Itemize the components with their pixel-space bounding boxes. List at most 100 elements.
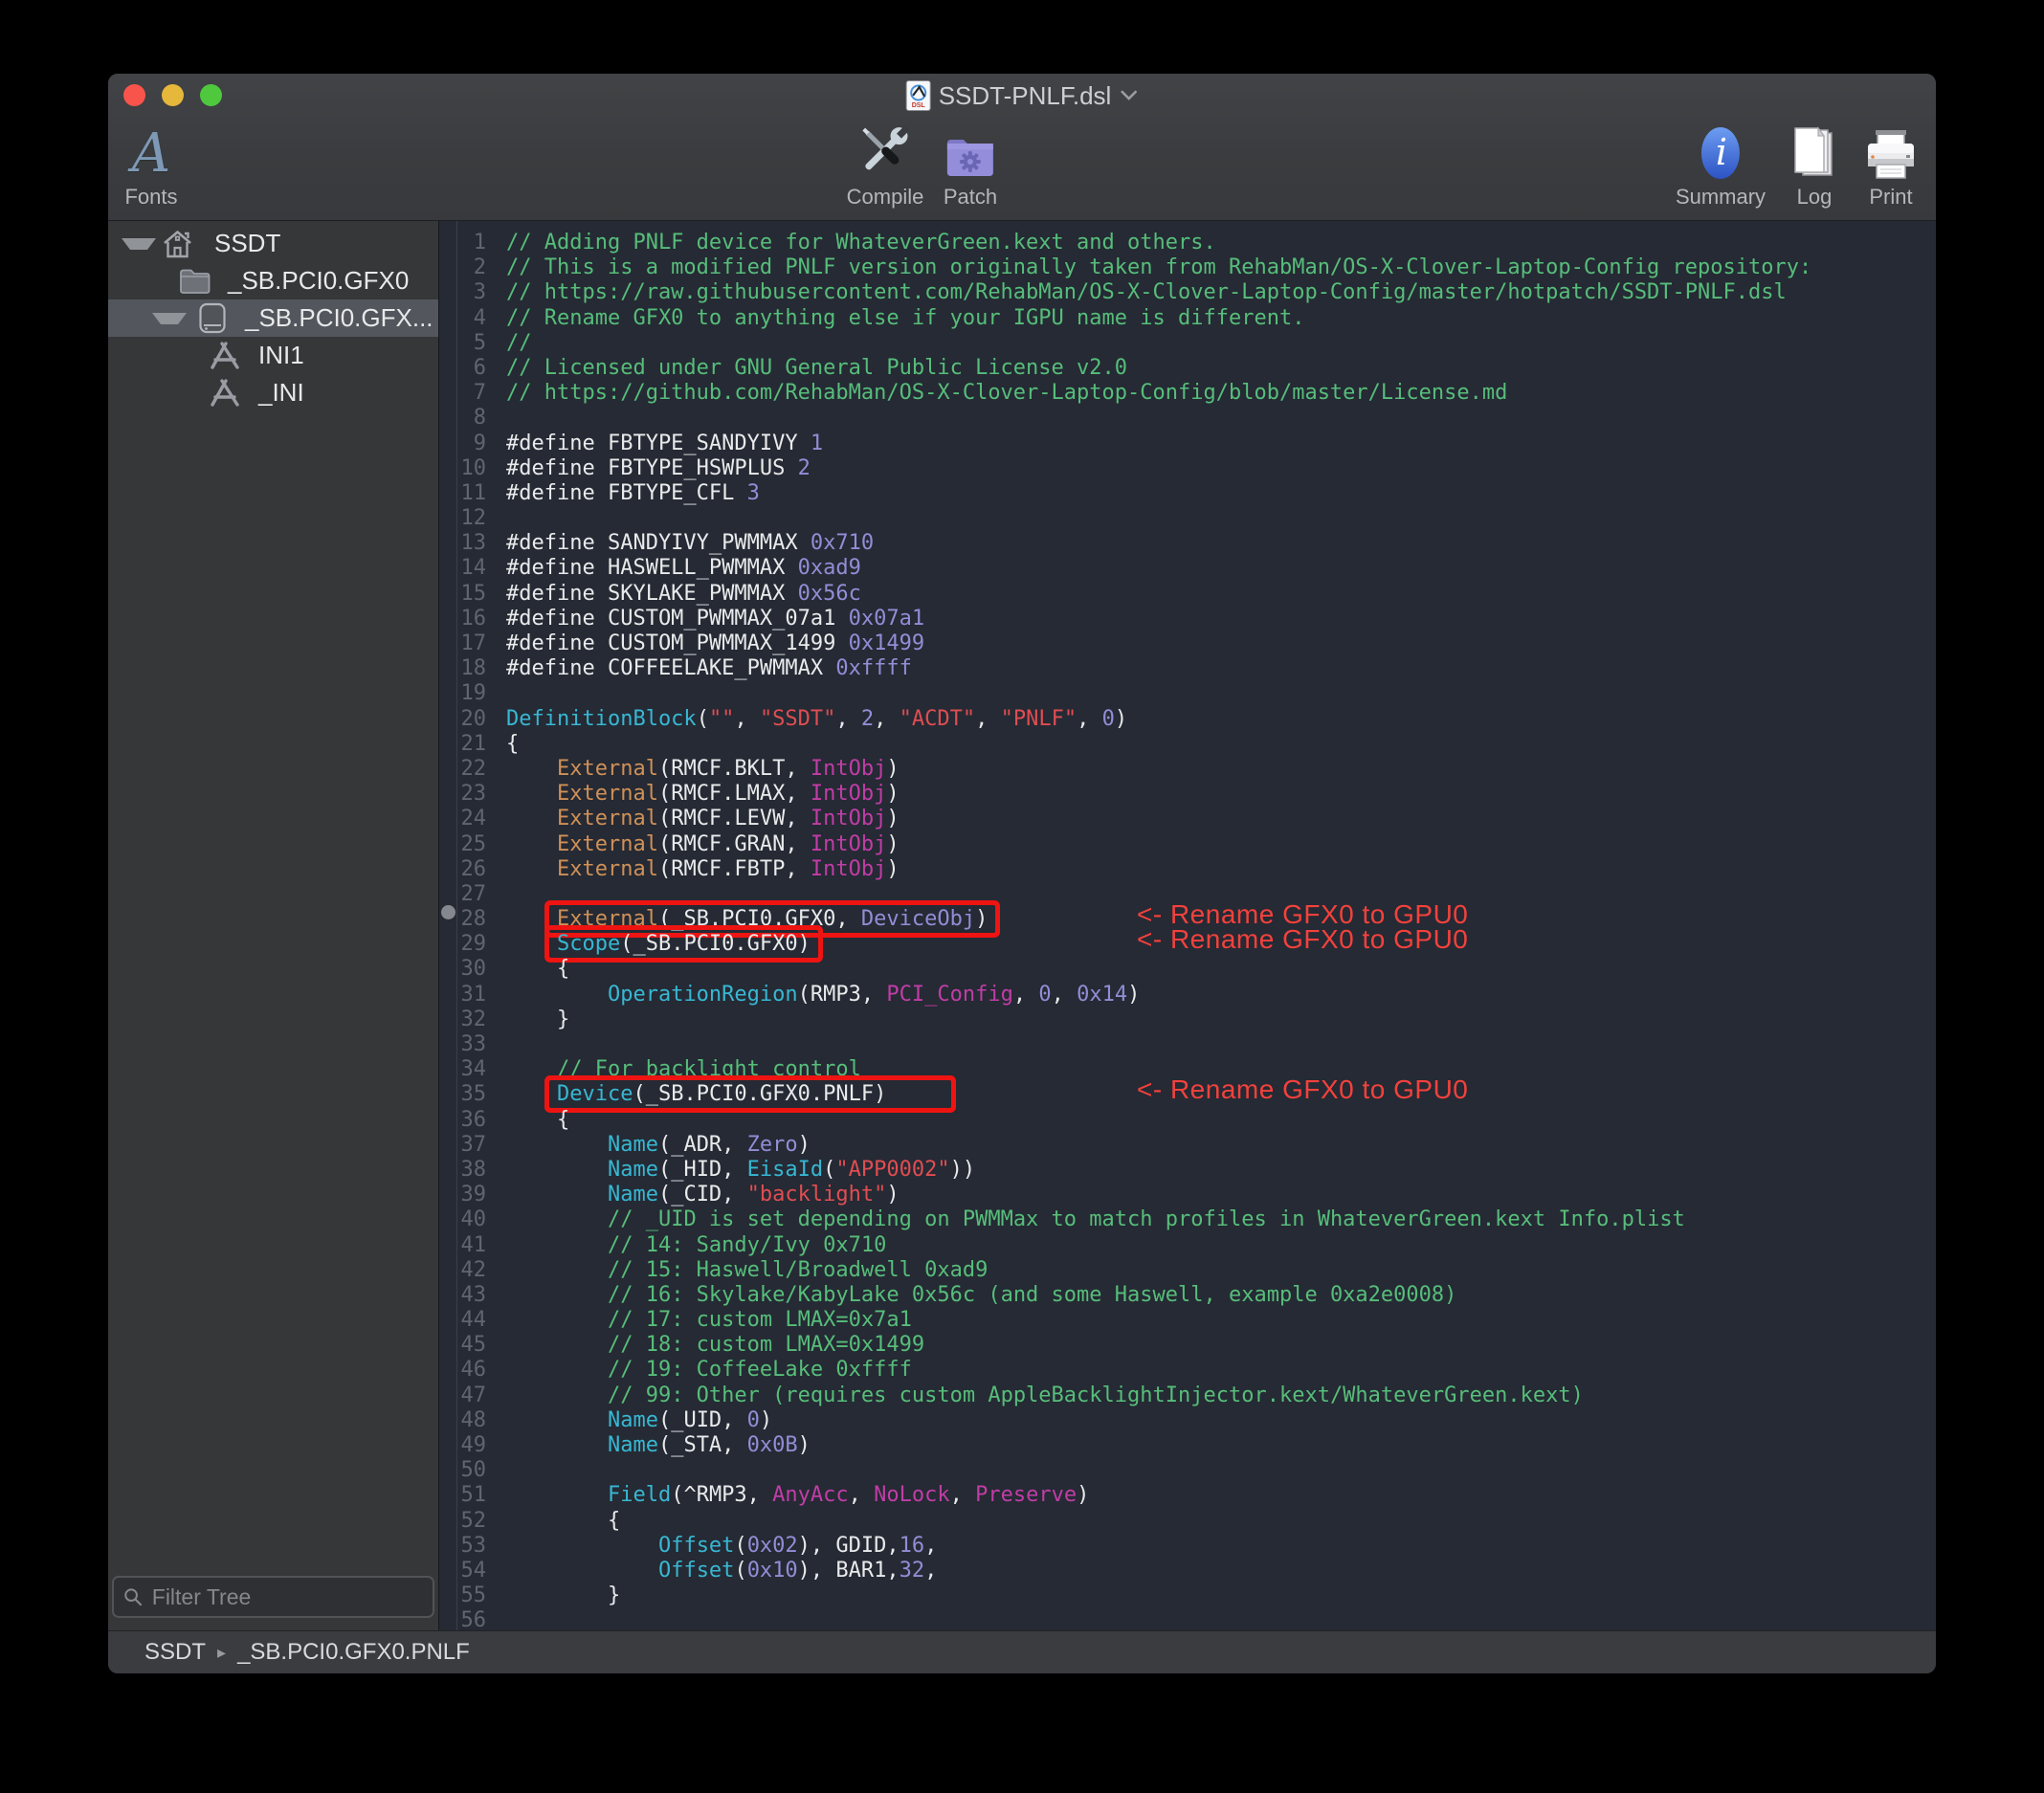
code-token: (_CID, <box>658 1183 747 1206</box>
code-line[interactable]: 47 // 99: Other (requires custom AppleBa… <box>439 1383 1936 1408</box>
sidebar-item-ini1[interactable]: INI1 <box>108 337 438 374</box>
code-line[interactable]: 7// https://github.com/RehabMan/OS-X-Clo… <box>439 381 1936 406</box>
code-line[interactable]: 5// <box>439 331 1936 356</box>
code-token: #define CUSTOM_PWMMAX_1499 <box>506 631 849 655</box>
code-line[interactable]: 46 // 19: CoffeeLake 0xffff <box>439 1358 1936 1383</box>
code-line[interactable]: 26 External(RMCF.FBTP, IntObj) <box>439 857 1936 882</box>
code-line[interactable]: 33 <box>439 1032 1936 1057</box>
code-line[interactable]: 56 <box>439 1608 1936 1630</box>
code-line[interactable]: 45 // 18: custom LMAX=0x1499 <box>439 1333 1936 1358</box>
code-token: 0 <box>1102 707 1115 731</box>
line-number: 33 <box>439 1032 494 1057</box>
code-line[interactable]: 9#define FBTYPE_SANDYIVY 1 <box>439 432 1936 456</box>
code-line[interactable]: 16#define CUSTOM_PWMMAX_07a1 0x07a1 <box>439 607 1936 631</box>
code-token: External <box>557 807 658 830</box>
code-token: // 99: Other (requires custom AppleBackl… <box>608 1383 1584 1407</box>
close-button[interactable] <box>123 84 145 106</box>
code-line[interactable]: 36 { <box>439 1108 1936 1133</box>
code-line[interactable]: 17#define CUSTOM_PWMMAX_1499 0x1499 <box>439 631 1936 656</box>
code-line[interactable]: 51 Field(^RMP3, AnyAcc, NoLock, Preserve… <box>439 1483 1936 1508</box>
disclosure-triangle-icon[interactable] <box>122 238 156 250</box>
chevron-down-icon[interactable] <box>1120 90 1137 101</box>
code-line[interactable]: 10#define FBTYPE_HSWPLUS 2 <box>439 456 1936 481</box>
code-line[interactable]: 4// Rename GFX0 to anything else if your… <box>439 306 1936 331</box>
code-line[interactable]: 54 Offset(0x10), BAR1,32, <box>439 1559 1936 1583</box>
code-line[interactable]: 15#define SKYLAKE_PWMMAX 0x56c <box>439 582 1936 607</box>
sidebar-item-gfx0-device-selected[interactable]: _SB.PCI0.GFX... <box>108 299 438 337</box>
code-line[interactable]: 38 Name(_HID, EisaId("APP0002")) <box>439 1158 1936 1183</box>
title-bar: DSL SSDT-PNLF.dsl A Fonts <box>108 74 1936 221</box>
code-token: , <box>734 707 760 731</box>
code-content: Name(_CID, "backlight") <box>506 1183 900 1207</box>
code-line[interactable]: 42 // 15: Haswell/Broadwell 0xad9 <box>439 1258 1936 1283</box>
sidebar-item-gfx0-scope[interactable]: _SB.PCI0.GFX0 <box>108 262 438 299</box>
code-line[interactable]: 40 // _UID is set depending on PWMMax to… <box>439 1207 1936 1232</box>
line-number: 3 <box>439 280 494 305</box>
code-line[interactable]: 48 Name(_UID, 0) <box>439 1408 1936 1433</box>
code-line[interactable]: 24 External(RMCF.LEVW, IntObj) <box>439 807 1936 831</box>
method-icon <box>208 341 240 370</box>
patch-button[interactable]: Patch <box>944 114 997 210</box>
log-button[interactable]: Log <box>1791 114 1837 210</box>
code-line[interactable]: 39 Name(_CID, "backlight") <box>439 1183 1936 1207</box>
code-line[interactable]: 41 // 14: Sandy/Ivy 0x710 <box>439 1233 1936 1258</box>
code-line[interactable]: 49 Name(_STA, 0x0B) <box>439 1433 1936 1458</box>
code-line[interactable]: 3// https://raw.githubusercontent.com/Re… <box>439 280 1936 305</box>
print-button[interactable]: Print <box>1865 114 1917 210</box>
code-line[interactable]: 29 Scope(_SB.PCI0.GFX0)<- Rename GFX0 to… <box>439 932 1936 957</box>
code-line[interactable]: 13#define SANDYIVY_PWMMAX 0x710 <box>439 531 1936 556</box>
filter-tree-field[interactable] <box>112 1576 434 1618</box>
code-line[interactable]: 31 OperationRegion(RMP3, PCI_Config, 0, … <box>439 983 1936 1007</box>
code-line[interactable]: 14#define HASWELL_PWMMAX 0xad9 <box>439 556 1936 581</box>
code-content: // This is a modified PNLF version origi… <box>506 255 1811 280</box>
code-line[interactable]: 1// Adding PNLF device for WhateverGreen… <box>439 231 1936 255</box>
code-line[interactable]: 21{ <box>439 732 1936 757</box>
filter-tree-input[interactable] <box>150 1583 423 1611</box>
code-line[interactable]: 43 // 16: Skylake/KabyLake 0x56c (and so… <box>439 1283 1936 1308</box>
code-line[interactable]: 20DefinitionBlock("", "SSDT", 2, "ACDT",… <box>439 707 1936 732</box>
code-token: 0x0B <box>747 1433 798 1457</box>
line-number: 34 <box>439 1057 494 1082</box>
summary-button[interactable]: i Summary <box>1676 114 1766 210</box>
code-line[interactable]: 8 <box>439 406 1936 431</box>
code-line[interactable]: 52 { <box>439 1509 1936 1534</box>
code-line[interactable]: 30 { <box>439 957 1936 982</box>
code-content: External(RMCF.GRAN, IntObj) <box>506 832 900 857</box>
code-line[interactable]: 11#define FBTYPE_CFL 3 <box>439 481 1936 506</box>
code-line[interactable]: 44 // 17: custom LMAX=0x7a1 <box>439 1308 1936 1333</box>
disclosure-triangle-icon[interactable] <box>152 313 187 324</box>
code-line[interactable]: 23 External(RMCF.LMAX, IntObj) <box>439 782 1936 807</box>
code-line[interactable]: 12 <box>439 506 1936 531</box>
code-line[interactable]: 19 <box>439 681 1936 706</box>
window-title-group[interactable]: DSL SSDT-PNLF.dsl <box>907 79 1138 112</box>
code-line[interactable]: 6// Licensed under GNU General Public Li… <box>439 356 1936 381</box>
code-token: "" <box>709 707 735 731</box>
fonts-button[interactable]: A Fonts <box>124 114 177 210</box>
code-content: } <box>506 1583 620 1608</box>
code-token <box>506 1408 608 1432</box>
code-line[interactable]: 2// This is a modified PNLF version orig… <box>439 255 1936 280</box>
code-line[interactable]: 32 } <box>439 1007 1936 1032</box>
code-line[interactable]: 53 Offset(0x02), GDID,16, <box>439 1534 1936 1559</box>
line-number: 48 <box>439 1408 494 1433</box>
code-line[interactable]: 50 <box>439 1458 1936 1483</box>
code-line[interactable]: 25 External(RMCF.GRAN, IntObj) <box>439 832 1936 857</box>
code-editor[interactable]: 1// Adding PNLF device for WhateverGreen… <box>439 221 1936 1630</box>
code-content: // <box>506 331 532 356</box>
sidebar-item-ssdt[interactable]: SSDT <box>108 225 438 262</box>
minimize-button[interactable] <box>162 84 184 106</box>
code-line[interactable]: 18#define COFFEELAKE_PWMMAX 0xffff <box>439 656 1936 681</box>
log-label: Log <box>1797 185 1833 210</box>
code-content: Offset(0x10), BAR1,32, <box>506 1559 937 1583</box>
code-line[interactable]: 55 } <box>439 1583 1936 1608</box>
compile-button[interactable]: Compile <box>847 114 924 210</box>
gutter-marker-dot[interactable] <box>441 905 455 919</box>
code-token <box>506 1559 658 1583</box>
code-line[interactable]: 22 External(RMCF.BKLT, IntObj) <box>439 757 1936 782</box>
code-line[interactable]: 37 Name(_ADR, Zero) <box>439 1133 1936 1158</box>
code-content: // https://github.com/RehabMan/OS-X-Clov… <box>506 381 1507 406</box>
code-line[interactable]: 35 Device(_SB.PCI0.GFX0.PNLF)<- Rename G… <box>439 1082 1936 1107</box>
code-token: ) <box>886 807 899 830</box>
sidebar-item-ini[interactable]: _INI <box>108 374 438 411</box>
zoom-button[interactable] <box>200 84 222 106</box>
